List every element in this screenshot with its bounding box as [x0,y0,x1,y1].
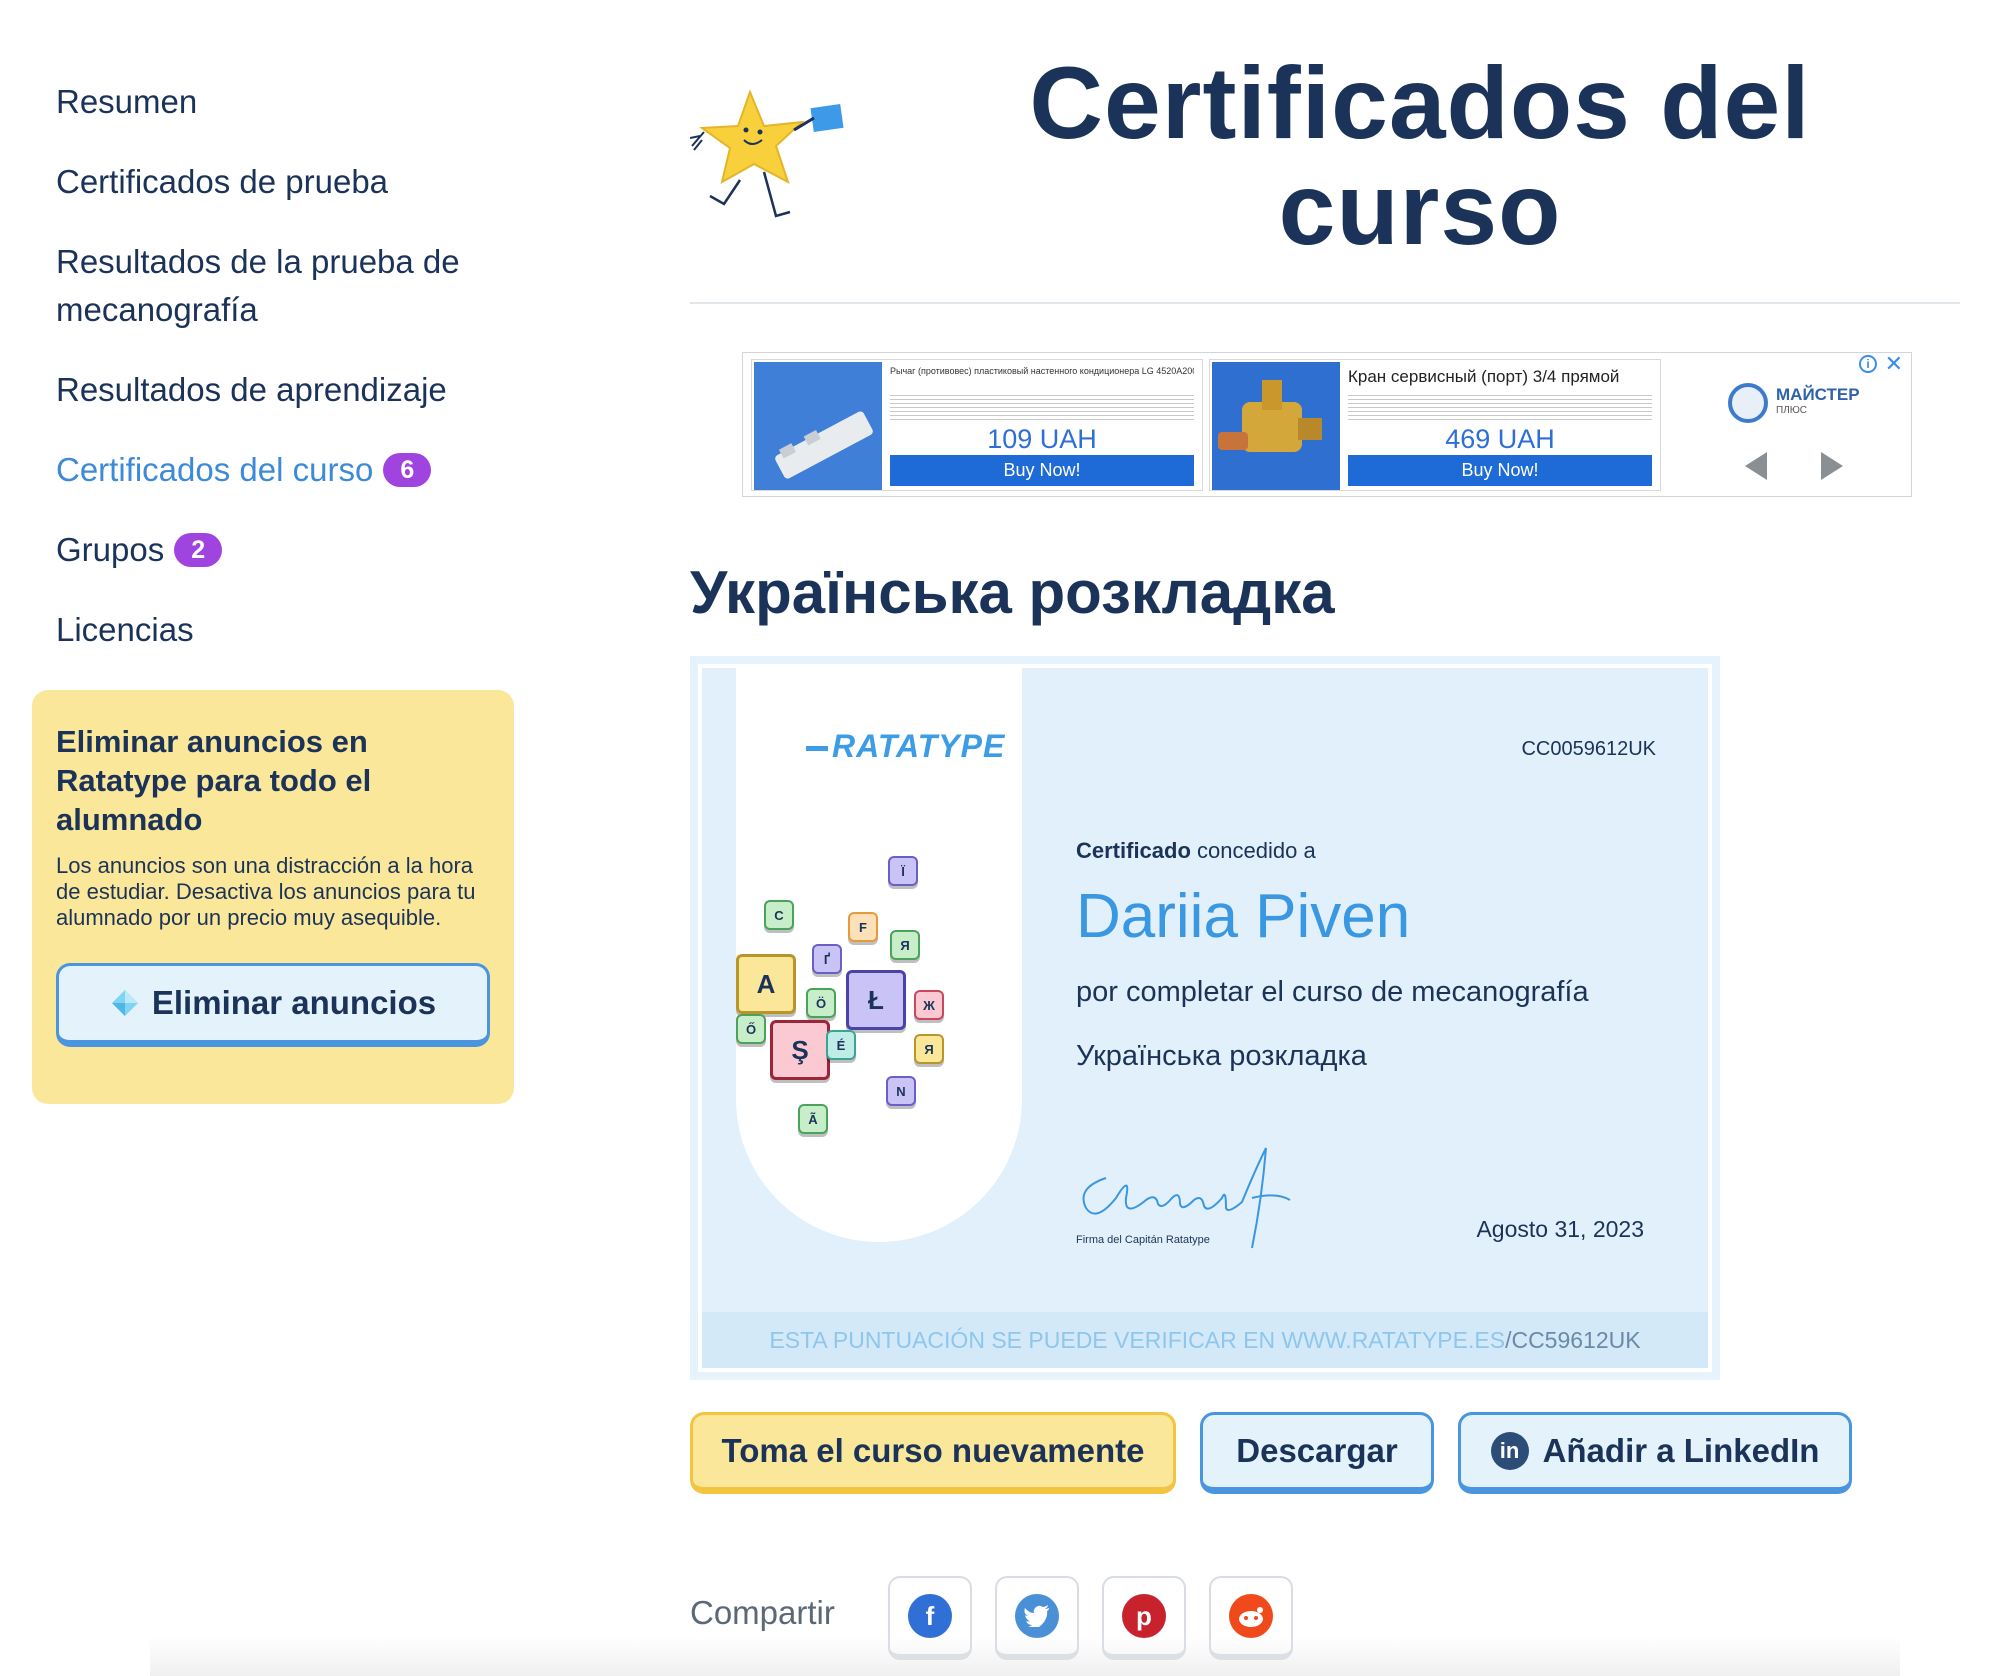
sidebar-item-label: Resumen [56,83,198,120]
certificate-for-text: por completar el curso de mecanografía [1076,976,1589,1008]
page-title: Certificados del curso [1029,46,1811,266]
certificate: RATATYPE ЇCFЯAҐŁÖЖŐŞÉЯNÃ CC0059612UK Cer… [690,656,1720,1380]
brand-name: МАЙСТЕР [1776,385,1860,404]
reddit-icon [1229,1594,1273,1638]
certificate-awarded: Certificado concedido a [1076,838,1316,864]
linkedin-icon: in [1490,1432,1529,1470]
verification-footer: ESTA PUNTUACIÓN SE PUEDE VERIFICAR EN WW… [702,1312,1708,1368]
keyboard-key: Ж [914,990,944,1020]
remove-ads-label: Eliminar anuncios [151,984,437,1021]
verify-suffix: /CC59612UK [1505,1327,1641,1353]
signature-label: Firma del Capitán Ratatype [1076,1234,1210,1246]
keyboard-key: Ґ [812,944,842,974]
sidebar-item-label: Grupos [56,531,165,568]
sidebar-item-label: Licencias [56,611,194,648]
ad-price: 469 UAH [1445,424,1555,454]
header-divider [690,302,1960,304]
ad-description: Рычаг (противовес) пластиковый настенног… [890,366,1194,376]
pinterest-icon: p [1122,1594,1166,1638]
awarded-rest: concedido a [1190,838,1316,863]
keyboard-key: Ł [846,970,906,1030]
promo-title: Eliminar anuncios en Ratatype para todo … [56,724,372,837]
keyboard-key: Я [914,1034,944,1064]
buy-now-button[interactable]: Buy Now! [890,455,1194,486]
linkedin-label: Añadir a LinkedIn [1542,1432,1820,1469]
page-bottom-shade [150,1636,1900,1676]
ad-banner[interactable]: Рычаг (противовес) пластиковый настенног… [742,352,1912,497]
star-mascot-icon [690,89,844,218]
keyboard-key: Ő [736,1014,766,1044]
ad-fine-print [890,392,1194,422]
sidebar-nav: Resumen Certificados de prueba Resultado… [56,78,516,686]
course-title: Українська розкладка [690,559,1335,626]
arrow-right-icon[interactable] [1815,450,1845,482]
logo-dash [806,746,828,752]
brand-icon [1728,383,1768,423]
verify-prefix: ESTA PUNTUACIÓN SE PUEDE VERIFICAR EN WW… [769,1327,1506,1353]
keyboard-key: Ї [888,856,918,886]
sidebar-item-resultados-aprendizaje[interactable]: Resultados de aprendizaje [56,366,516,414]
share-label: Compartir [690,1594,835,1631]
diamond-icon [111,990,138,1016]
remove-ads-button[interactable]: Eliminar anuncios [56,963,490,1047]
retake-label: Toma el curso nuevamente [721,1432,1145,1469]
keyboard-key: Ö [806,988,836,1018]
awarded-bold: Certificado [1076,838,1191,863]
keyboard-key: N [886,1076,916,1106]
recipient-name: Dariia Piven [1076,882,1411,951]
sidebar-item-resultados-prueba[interactable]: Resultados de la prueba de mecanografía [56,238,496,334]
keyboard-key: É [826,1030,856,1060]
add-to-linkedin-button[interactable]: in Añadir a LinkedIn [1458,1412,1852,1494]
sidebar-item-grupos[interactable]: Grupos 2 [56,526,516,574]
arrow-left-icon[interactable] [1743,450,1773,482]
keyboard-key: Ã [798,1104,828,1134]
sidebar-item-label: Resultados de aprendizaje [56,371,447,408]
keyboard-key: Я [890,930,920,960]
ad-card[interactable]: Кран сервисный (порт) 3/4 прямой 469 UAH… [1209,359,1661,491]
logo-text: RATATYPE [832,728,1006,764]
keyboard-key: C [764,900,794,930]
buy-now-button[interactable]: Buy Now! [1348,455,1652,486]
ad-price: 109 UAH [987,424,1097,454]
ad-card[interactable]: Рычаг (противовес) пластиковый настенног… [751,359,1203,491]
ratatype-logo: RATATYPE [806,728,1005,765]
sidebar-item-label: Certificados del curso [56,451,374,488]
keyboard-key: F [848,912,878,942]
sidebar-item-certificados-prueba[interactable]: Certificados de prueba [56,158,516,206]
product-image [1212,362,1340,490]
close-icon[interactable]: ✕ [1885,353,1903,375]
brand-sub: ПЛЮС [1776,405,1807,416]
sidebar-item-resumen[interactable]: Resumen [56,78,516,126]
remove-ads-promo: Eliminar anuncios en Ratatype para todo … [32,690,514,1104]
count-badge: 2 [174,533,223,567]
sidebar-item-label: Certificados de prueba [56,163,389,200]
ad-description: Кран сервисный (порт) 3/4 прямой [1348,367,1620,386]
keyboard-key: Ş [770,1020,830,1080]
product-image [754,362,882,490]
download-button[interactable]: Descargar [1200,1412,1434,1494]
twitter-icon [1015,1594,1059,1638]
facebook-icon: f [908,1594,952,1638]
certificate-course: Українська розкладка [1076,1040,1367,1072]
ad-fine-print [1348,392,1652,422]
ad-brand-logo[interactable]: МАЙСТЕР ПЛЮС [1728,381,1868,425]
promo-text: Los anuncios son una distracción a la ho… [56,853,476,930]
keyboard-key: A [736,954,796,1014]
sidebar-item-label: Resultados de la prueba de mecanografía [56,243,460,328]
certificate-code: CC0059612UK [1521,738,1656,760]
sidebar-item-licencias[interactable]: Licencias [56,606,516,654]
certificate-arch: RATATYPE ЇCFЯAҐŁÖЖŐŞÉЯNÃ [736,668,1022,1242]
retake-course-button[interactable]: Toma el curso nuevamente [690,1412,1176,1494]
sidebar-item-certificados-curso[interactable]: Certificados del curso 6 [56,446,516,494]
count-badge: 6 [383,453,432,487]
download-label: Descargar [1236,1432,1398,1469]
certificate-date: Agosto 31, 2023 [1476,1216,1644,1242]
info-icon[interactable]: i [1859,355,1877,373]
